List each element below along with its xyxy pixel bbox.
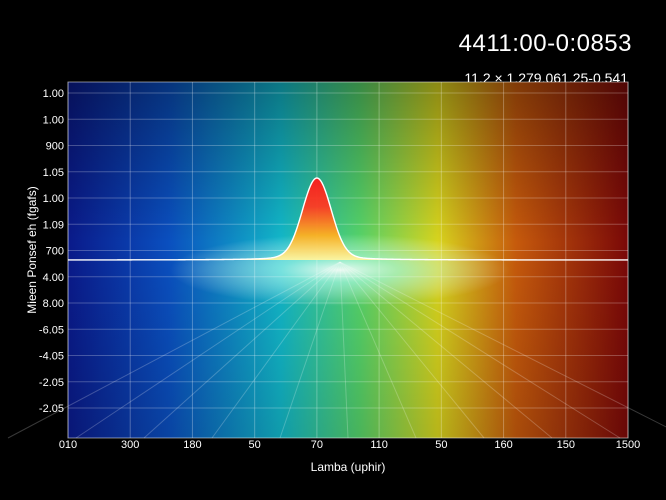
x-tick-label: 300 [121,439,139,451]
x-axis-ticks: 010 300 180 50 70 110 50 160 150 1500 [59,439,640,451]
y-tick-label: 1.00 [43,114,64,126]
x-tick-label: 70 [311,439,323,451]
x-tick-label: 50 [249,439,261,451]
y-tick-label: 4.00 [43,272,64,284]
spectrum-chart: 1.00 1.00 900 1.05 1.00 1.09 700 4.00 8.00 -6.05 -… [7,81,666,474]
x-tick-label: 50 [435,439,447,451]
x-tick-label: 110 [370,439,388,451]
y-tick-label: -6.05 [39,324,64,336]
y-tick-label: 1.09 [43,219,64,231]
y-tick-label: 1.05 [43,167,64,179]
x-tick-label: 180 [183,439,201,451]
x-tick-label: 1500 [616,439,640,451]
x-tick-label: 150 [557,439,575,451]
x-axis-label: Lamba (uphir) [311,460,386,474]
y-axis-label: Mieen Ponsef eh (fgafs) [25,186,39,313]
x-tick-label: 010 [59,439,77,451]
y-tick-label: 1.00 [43,193,64,205]
y-tick-label: -2.05 [39,403,64,415]
y-axis-ticks: 1.00 1.00 900 1.05 1.00 1.09 700 4.00 8.00 -6.05 -… [39,88,64,415]
y-tick-label: -2.05 [39,377,64,389]
x-tick-label: 160 [494,439,512,451]
y-tick-label: 8.00 [43,298,64,310]
y-tick-label: -4.05 [39,351,64,363]
y-tick-label: 1.00 [43,88,64,100]
y-tick-label: 900 [46,141,64,153]
y-tick-label: 700 [46,246,64,258]
